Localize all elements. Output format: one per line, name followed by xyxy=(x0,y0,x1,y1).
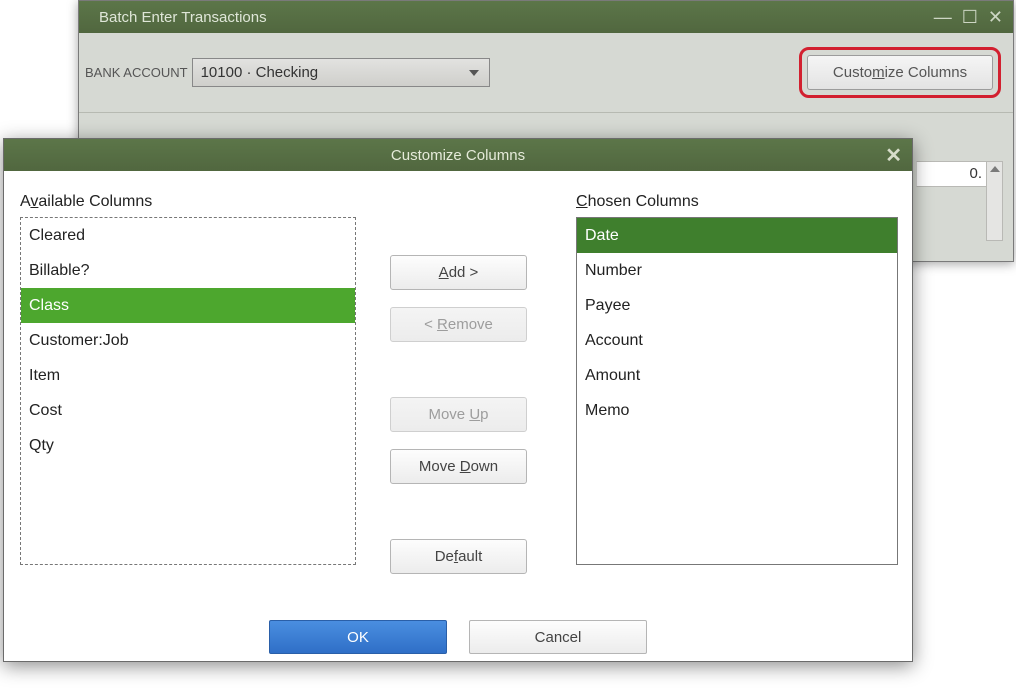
list-item[interactable]: Number xyxy=(577,253,897,288)
chosen-columns-pane: Chosen Columns DateNumberPayeeAccountAmo… xyxy=(576,193,898,565)
customize-columns-button[interactable]: Customize Columns xyxy=(807,55,993,90)
main-titlebar: Batch Enter Transactions — ☐ ✕ xyxy=(79,1,1013,33)
available-columns-label: Available Columns xyxy=(20,193,356,211)
list-item[interactable]: Customer:Job xyxy=(21,323,355,358)
dialog-title: Customize Columns xyxy=(391,147,525,164)
list-item[interactable]: Date xyxy=(577,218,897,253)
main-toolbar: BANK ACCOUNT 10100 · Checking Customize … xyxy=(79,33,1013,113)
move-down-button[interactable]: Move Down xyxy=(390,449,527,484)
list-item[interactable]: Item xyxy=(21,358,355,393)
move-up-button: Move Up xyxy=(390,397,527,432)
maximize-icon[interactable]: ☐ xyxy=(962,7,978,28)
list-item[interactable]: Memo xyxy=(577,393,897,428)
close-icon[interactable]: ✕ xyxy=(885,143,902,168)
list-item[interactable]: Cleared xyxy=(21,218,355,253)
list-item[interactable]: Class xyxy=(21,288,355,323)
default-button[interactable]: Default xyxy=(390,539,527,574)
main-window-title: Batch Enter Transactions xyxy=(99,9,267,26)
available-columns-pane: Available Columns ClearedBillable?ClassC… xyxy=(20,193,356,565)
customize-columns-highlight: Customize Columns xyxy=(799,47,1001,98)
list-item[interactable]: Billable? xyxy=(21,253,355,288)
list-item[interactable]: Payee xyxy=(577,288,897,323)
transfer-buttons: Add > < Remove Move Up Move Down Default xyxy=(390,255,527,574)
remove-button: < Remove xyxy=(390,307,527,342)
list-item[interactable]: Account xyxy=(577,323,897,358)
chosen-columns-listbox[interactable]: DateNumberPayeeAccountAmountMemo xyxy=(576,217,898,565)
scroll-up-icon xyxy=(990,166,1000,172)
bank-account-dropdown[interactable]: 10100 · Checking xyxy=(192,58,490,87)
chevron-down-icon xyxy=(469,70,479,76)
bank-account-value: 10100 · Checking xyxy=(201,64,319,81)
grid-cell[interactable]: 0. xyxy=(916,161,986,187)
available-columns-listbox[interactable]: ClearedBillable?ClassCustomer:JobItemCos… xyxy=(20,217,356,565)
add-button[interactable]: Add > xyxy=(390,255,527,290)
dialog-titlebar: Customize Columns ✕ xyxy=(4,139,912,171)
customize-columns-dialog: Customize Columns ✕ Available Columns Cl… xyxy=(3,138,913,662)
close-icon[interactable]: ✕ xyxy=(988,7,1003,28)
minimize-icon[interactable]: — xyxy=(934,7,952,28)
ok-button[interactable]: OK xyxy=(269,620,447,654)
list-item[interactable]: Amount xyxy=(577,358,897,393)
list-item[interactable]: Cost xyxy=(21,393,355,428)
chosen-columns-label: Chosen Columns xyxy=(576,193,898,211)
cancel-button[interactable]: Cancel xyxy=(469,620,647,654)
bank-account-label: BANK ACCOUNT xyxy=(85,65,188,80)
vertical-scrollbar[interactable] xyxy=(986,161,1003,241)
list-item[interactable]: Qty xyxy=(21,428,355,463)
dialog-footer: OK Cancel xyxy=(4,611,912,663)
